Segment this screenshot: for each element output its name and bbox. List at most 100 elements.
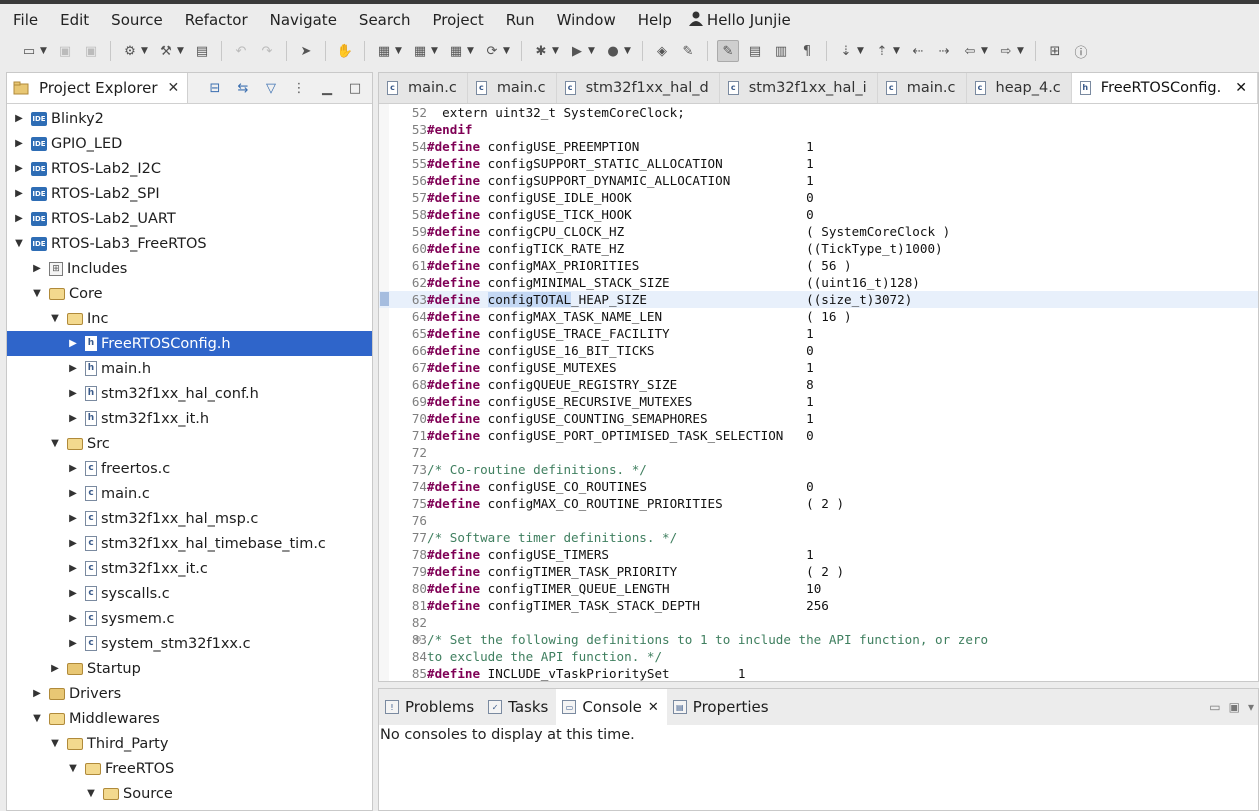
- mark-occurrences-icon[interactable]: ✎: [717, 40, 739, 62]
- dropdown-arrow-icon[interactable]: ▼: [624, 46, 634, 56]
- minimize-icon[interactable]: ▁: [318, 81, 336, 96]
- tree-item[interactable]: ▶ c stm32f1xx_hal_timebase_tim.c: [7, 531, 372, 556]
- close-icon[interactable]: ✕: [648, 700, 659, 715]
- menu-navigate[interactable]: Navigate: [257, 11, 346, 29]
- editor-tab[interactable]: h FreeRTOSConfig. ✕: [1071, 73, 1258, 103]
- menu-project[interactable]: Project: [419, 11, 492, 29]
- menu-window[interactable]: Window: [544, 11, 625, 29]
- expanded-chevron-icon[interactable]: ▼: [49, 438, 61, 449]
- tree-item[interactable]: ▶ h main.h: [7, 356, 372, 381]
- menu-edit[interactable]: Edit: [47, 11, 98, 29]
- link-with-editor-icon[interactable]: ⇆: [234, 81, 252, 96]
- dropdown-arrow-icon[interactable]: ▼: [588, 46, 598, 56]
- collapsed-chevron-icon[interactable]: ▶: [67, 613, 79, 624]
- menu-file[interactable]: File: [0, 11, 47, 29]
- dropdown-arrow-icon[interactable]: ▼: [1017, 46, 1027, 56]
- tab-console[interactable]: ▭ Console ✕: [556, 689, 667, 725]
- collapsed-chevron-icon[interactable]: ▶: [67, 413, 79, 424]
- collapsed-chevron-icon[interactable]: ▶: [67, 563, 79, 574]
- build-target-icon[interactable]: ⚙: [120, 41, 140, 61]
- expanded-chevron-icon[interactable]: ▼: [13, 238, 25, 249]
- new-file-icon[interactable]: ▦: [446, 41, 466, 61]
- debug-step-icon[interactable]: ➤: [296, 41, 316, 61]
- editor-tab[interactable]: c stm32f1xx_hal_d: [557, 73, 720, 103]
- display-console-icon[interactable]: ▣: [1229, 700, 1240, 714]
- collapse-all-icon[interactable]: ⊟: [206, 81, 224, 96]
- collapsed-chevron-icon[interactable]: ▶: [13, 188, 25, 199]
- format-icon[interactable]: ▥: [771, 41, 791, 61]
- dropdown-arrow-icon[interactable]: ▼: [395, 46, 405, 56]
- run-icon[interactable]: ▶: [567, 41, 587, 61]
- tree-item[interactable]: ▶ Startup: [7, 656, 372, 681]
- debug-icon[interactable]: ✱: [531, 41, 551, 61]
- expanded-chevron-icon[interactable]: ▼: [49, 738, 61, 749]
- save-all-icon[interactable]: ▣: [81, 41, 101, 61]
- menu-help[interactable]: Help: [625, 11, 681, 29]
- pin-console-icon[interactable]: ▭: [1209, 700, 1220, 714]
- tree-item[interactable]: ▶ c system_stm32f1xx.c: [7, 631, 372, 656]
- tree-item[interactable]: ▶ Drivers: [7, 681, 372, 706]
- new-icon[interactable]: ▭: [19, 41, 39, 61]
- editor-tab[interactable]: c main.c: [878, 73, 967, 103]
- filter-icon[interactable]: ▽: [262, 81, 280, 96]
- open-type-icon[interactable]: ◈: [652, 41, 672, 61]
- tree-item[interactable]: ▶ IDE GPIO_LED: [7, 131, 372, 156]
- show-whitespace-icon[interactable]: ¶: [797, 41, 817, 61]
- tab-problems[interactable]: ! Problems: [379, 689, 482, 725]
- refresh-icon[interactable]: ⟳: [482, 41, 502, 61]
- expanded-chevron-icon[interactable]: ▼: [31, 713, 43, 724]
- tab-project-explorer[interactable]: Project Explorer ✕: [7, 73, 189, 103]
- dropdown-arrow-icon[interactable]: ▼: [467, 46, 477, 56]
- editor-tab[interactable]: c main.c: [468, 73, 557, 103]
- dropdown-arrow-icon[interactable]: ▼: [141, 46, 151, 56]
- view-menu-icon[interactable]: ▾: [1248, 700, 1254, 714]
- back-icon[interactable]: ⇦: [960, 41, 980, 61]
- collapsed-chevron-icon[interactable]: ▶: [31, 688, 43, 699]
- tree-item[interactable]: ▼ Inc: [7, 306, 372, 331]
- tab-tasks[interactable]: ✓ Tasks: [482, 689, 556, 725]
- hand-icon[interactable]: ✋: [335, 41, 355, 61]
- tree-item[interactable]: ▼ IDE RTOS-Lab3_FreeRTOS: [7, 231, 372, 256]
- undo-nav-icon[interactable]: ↶: [231, 41, 251, 61]
- collapsed-chevron-icon[interactable]: ▶: [67, 388, 79, 399]
- fold-toggle-icon[interactable]: ⊖: [415, 631, 421, 648]
- tree-item[interactable]: ▶ h stm32f1xx_hal_conf.h: [7, 381, 372, 406]
- tree-item[interactable]: ▶ h FreeRTOSConfig.h: [7, 331, 372, 356]
- new-class-icon[interactable]: ▦: [410, 41, 430, 61]
- tree-item[interactable]: ▼ Src: [7, 431, 372, 456]
- dropdown-arrow-icon[interactable]: ▼: [40, 46, 50, 56]
- dropdown-arrow-icon[interactable]: ▼: [431, 46, 441, 56]
- editor-tab[interactable]: c main.c: [379, 73, 468, 103]
- tree-item[interactable]: ▶ IDE Blinky2: [7, 106, 372, 131]
- tree-item[interactable]: ▶ c freertos.c: [7, 456, 372, 481]
- forward-icon[interactable]: ⇨: [996, 41, 1016, 61]
- expanded-chevron-icon[interactable]: ▼: [85, 788, 97, 799]
- forward-edit-icon[interactable]: ⇢: [934, 41, 954, 61]
- dropdown-arrow-icon[interactable]: ▼: [857, 46, 867, 56]
- info-icon[interactable]: ⓘ: [1071, 41, 1091, 61]
- tree-item[interactable]: ▼ Source: [7, 781, 372, 806]
- dropdown-arrow-icon[interactable]: ▼: [177, 46, 187, 56]
- tree-item[interactable]: ▼ FreeRTOS: [7, 756, 372, 781]
- menu-run[interactable]: Run: [493, 11, 544, 29]
- dropdown-arrow-icon[interactable]: ▼: [981, 46, 991, 56]
- collapsed-chevron-icon[interactable]: ▶: [13, 213, 25, 224]
- tree-item[interactable]: ▼ Core: [7, 281, 372, 306]
- dropdown-arrow-icon[interactable]: ▼: [893, 46, 903, 56]
- tree-item[interactable]: ▼ Middlewares: [7, 706, 372, 731]
- save-icon[interactable]: ▣: [55, 41, 75, 61]
- editor-tab[interactable]: c heap_4.c: [967, 73, 1072, 103]
- collapsed-chevron-icon[interactable]: ▶: [13, 138, 25, 149]
- expanded-chevron-icon[interactable]: ▼: [49, 313, 61, 324]
- tree-item[interactable]: ▶ IDE RTOS-Lab2_UART: [7, 206, 372, 231]
- open-perspective-icon[interactable]: ⊞: [1045, 41, 1065, 61]
- collapsed-chevron-icon[interactable]: ▶: [67, 338, 79, 349]
- collapsed-chevron-icon[interactable]: ▶: [31, 263, 43, 274]
- code-area[interactable]: 52 extern uint32_t SystemCoreClock; 53 #en…: [379, 104, 1258, 681]
- dropdown-arrow-icon[interactable]: ▼: [552, 46, 562, 56]
- tree-item[interactable]: ▶ h stm32f1xx_it.h: [7, 406, 372, 431]
- collapsed-chevron-icon[interactable]: ▶: [67, 463, 79, 474]
- collapsed-chevron-icon[interactable]: ▶: [67, 538, 79, 549]
- user-menu[interactable]: Hello Junjie: [681, 11, 791, 30]
- tree-item[interactable]: ▶ c stm32f1xx_it.c: [7, 556, 372, 581]
